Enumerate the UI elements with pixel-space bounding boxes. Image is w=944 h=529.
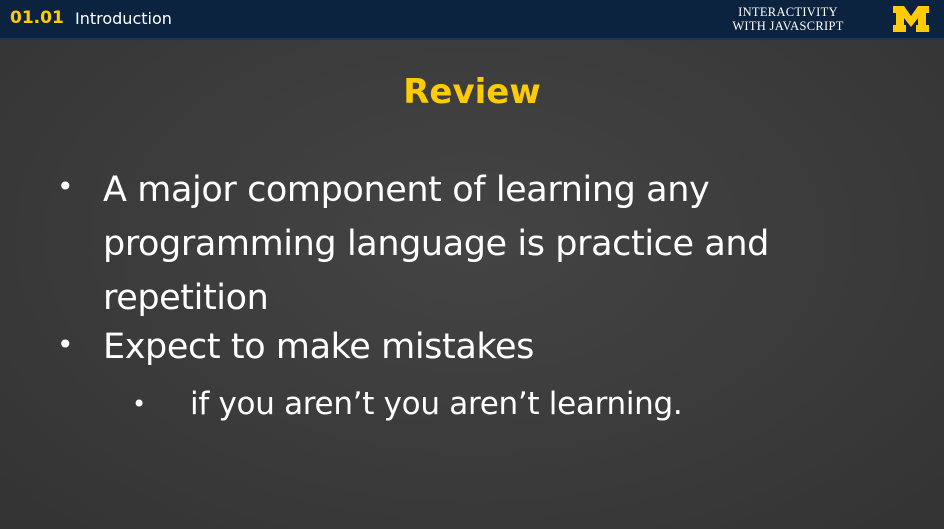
sub-bullet-marker: • (132, 390, 147, 418)
bullet-text-mistakes: Expect to make mistakes (103, 327, 534, 367)
sub-bullet-text-learning: if you aren’t you aren’t learning. (190, 386, 683, 422)
bullet-marker: • (57, 170, 74, 203)
bullet-marker: • (57, 328, 74, 361)
bullet-list: • A major component of learning any prog… (0, 0, 944, 529)
bullet-text-practice: A major component of learning any progra… (103, 170, 769, 318)
slide: 01.01 Introduction INTERACTIVITY WITH JA… (0, 0, 944, 529)
